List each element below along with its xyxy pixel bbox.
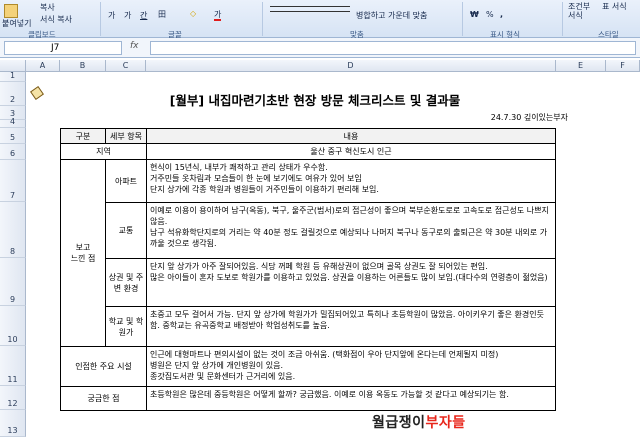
region-label: 지역 bbox=[60, 143, 147, 160]
row-header-2[interactable]: 2 bbox=[0, 82, 26, 106]
row-header-8[interactable]: 8 bbox=[0, 202, 26, 258]
row-header-4[interactable]: 4 bbox=[0, 117, 26, 128]
ribbon-separator bbox=[100, 2, 101, 36]
row-header-13[interactable]: 13 bbox=[0, 410, 26, 437]
row-header-10[interactable]: 10 bbox=[0, 306, 26, 346]
header-content: 내용 bbox=[146, 128, 556, 144]
format-as-table-button[interactable]: 표 서식 bbox=[602, 2, 630, 11]
infra-text: 인근에 대형마트나 편의시설이 없는 것이 조금 아쉬움. (택화점이 우아 단… bbox=[146, 346, 556, 387]
sheet-date: 24.7.30 깊이있는부자 bbox=[490, 113, 568, 122]
underline-button[interactable]: 간 bbox=[140, 10, 147, 21]
paste-button[interactable]: 붙여넣기 bbox=[2, 18, 31, 29]
ribbon-separator bbox=[462, 2, 463, 36]
conditional-format-button[interactable]: 조건부 서식 bbox=[568, 2, 596, 20]
group-label: 보고 느낀 점 bbox=[60, 159, 106, 347]
formula-input[interactable] bbox=[150, 41, 636, 55]
column-header-a[interactable]: A bbox=[26, 60, 60, 72]
question-text: 초등학원은 많은데 중등학원은 어떻게 할까? 궁금했음. 이예로 이용 옥동도… bbox=[146, 386, 556, 411]
fx-icon[interactable]: fx bbox=[130, 41, 139, 51]
school-text: 초중고 모두 걸어서 가능. 단지 앞 상가에 학원가가 밀집되어있고 특히나 … bbox=[146, 306, 556, 347]
column-header-e[interactable]: E bbox=[556, 60, 606, 72]
fill-color-button[interactable]: ◇ bbox=[190, 9, 196, 18]
currency-button[interactable]: ₩ bbox=[470, 10, 479, 19]
ribbon: 붙여넣기 복사 서식 복사 클립보드 가 가 간 田 ◇ 가 글꼴 병합하고 가… bbox=[0, 0, 640, 39]
apt-text: 현식이 15년식, 내부가 쾌적하고 관리 상태가 우수함. 거주민들 옷차림과… bbox=[146, 159, 556, 203]
region-value: 울산 중구 혁신도시 인근 bbox=[146, 143, 556, 160]
row-header-5[interactable]: 5 bbox=[0, 128, 26, 144]
percent-button[interactable]: % bbox=[486, 10, 494, 19]
row-header-1[interactable]: 1 bbox=[0, 71, 26, 82]
paste-icon[interactable] bbox=[4, 4, 18, 18]
column-header-f[interactable]: F bbox=[606, 60, 640, 72]
ribbon-separator bbox=[262, 2, 263, 36]
school-label: 학교 및 학원가 bbox=[105, 306, 147, 347]
row-header-11[interactable]: 11 bbox=[0, 346, 26, 386]
watermark-logo: 월급쟁이부자들 bbox=[368, 412, 470, 432]
comma-button[interactable]: , bbox=[500, 10, 503, 19]
traffic-label: 교통 bbox=[105, 202, 147, 259]
column-header-b[interactable]: B bbox=[60, 60, 106, 72]
sheet-title: [월부] 내집마련기초반 현장 방문 체크리스트 및 결과물 bbox=[169, 93, 461, 108]
apt-label: 아파트 bbox=[105, 159, 147, 203]
header-item: 세부 항목 bbox=[105, 128, 147, 144]
name-box[interactable]: J7 bbox=[4, 41, 122, 55]
brush-icon bbox=[30, 86, 44, 100]
row-header-7[interactable]: 7 bbox=[0, 160, 26, 202]
format-painter-button[interactable]: 서식 복사 bbox=[40, 14, 72, 25]
align-lines-icon[interactable] bbox=[270, 6, 350, 12]
column-header-c[interactable]: C bbox=[106, 60, 146, 72]
row-header-6[interactable]: 6 bbox=[0, 144, 26, 160]
header-gubun: 구분 bbox=[60, 128, 106, 144]
border-button[interactable]: 田 bbox=[158, 9, 166, 20]
commerce-label: 상권 및 주변 환경 bbox=[105, 258, 147, 307]
row-header-9[interactable]: 9 bbox=[0, 258, 26, 306]
font-shrink-button[interactable]: 가 bbox=[124, 10, 131, 21]
infra-label: 인접한 주요 시설 bbox=[60, 346, 147, 387]
font-grow-button[interactable]: 가 bbox=[108, 10, 115, 21]
question-label: 궁금한 점 bbox=[60, 386, 147, 411]
font-color-button[interactable]: 가 bbox=[214, 10, 222, 21]
merge-center-button[interactable]: 병합하고 가운데 맞춤 bbox=[356, 10, 427, 21]
row-header-12[interactable]: 12 bbox=[0, 386, 26, 410]
traffic-text: 이예로 이용이 용이하여 남구(옥동), 북구, 울주군(범서)로의 접근성이 … bbox=[146, 202, 556, 259]
formula-bar: J7 fx bbox=[0, 38, 640, 58]
ribbon-separator bbox=[562, 2, 563, 36]
column-header-d[interactable]: D bbox=[146, 60, 556, 72]
copy-button[interactable]: 복사 bbox=[40, 2, 55, 13]
commerce-text: 단지 앞 상가가 아주 잘되어있음. 식당 꺼페 학원 등 유해상권이 없으며 … bbox=[146, 258, 556, 307]
